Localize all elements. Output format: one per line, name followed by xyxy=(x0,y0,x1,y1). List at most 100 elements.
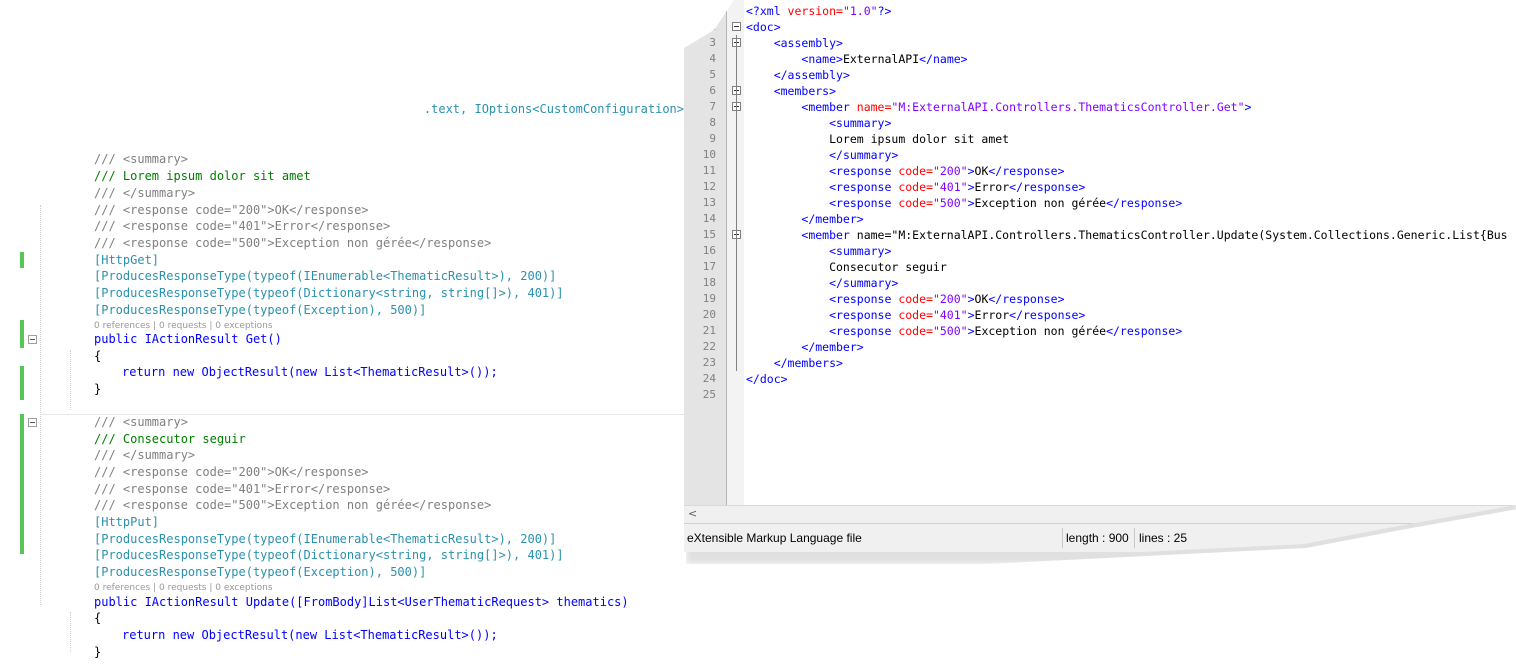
xml-line[interactable]: <summary> xyxy=(746,115,891,131)
xml-doc-comment: /// Consecutor seguir xyxy=(94,432,246,446)
code-line[interactable]: [ProducesResponseType(typeof(IEnumerable… xyxy=(94,531,556,548)
code-line[interactable]: /// <response code="500">Exception non g… xyxy=(94,497,491,514)
line-number: 11 xyxy=(702,164,716,177)
attribute: [ProducesResponseType(typeof(Exception),… xyxy=(94,565,427,579)
code-line[interactable]: /// </summary> xyxy=(94,447,195,464)
attribute: [ProducesResponseType(typeof(IEnumerable… xyxy=(94,269,557,283)
code-line[interactable]: /// </summary> xyxy=(94,185,195,202)
xml-doc-comment: /// Lorem ipsum dolor sit amet xyxy=(94,169,311,183)
code-line[interactable]: [ProducesResponseType(typeof(Dictionary<… xyxy=(94,285,564,302)
xml-line[interactable]: <response code="401">Error</response> xyxy=(746,307,1085,323)
code-line[interactable]: public IActionResult Get() xyxy=(94,331,282,348)
code-line[interactable]: [ProducesResponseType(typeof(Dictionary<… xyxy=(94,547,564,564)
code-line[interactable]: public IActionResult Update([FromBody]Li… xyxy=(94,594,629,611)
xml-line[interactable]: <doc> xyxy=(746,19,781,35)
xml-line[interactable]: <response code="200">OK</response> xyxy=(746,291,1064,307)
line-number: 15 xyxy=(702,228,716,241)
xml-line[interactable]: <summary> xyxy=(746,243,891,259)
length-label: length : 900 xyxy=(1066,531,1129,545)
line-number: 7 xyxy=(709,100,716,113)
xml-line[interactable]: <response code="500">Exception non gérée… xyxy=(746,323,1182,339)
status-separator xyxy=(1134,528,1135,548)
xml-line[interactable]: </members> xyxy=(746,355,843,371)
code-text: .text, IOptions<CustomConfiguration> set… xyxy=(423,102,721,116)
code-line[interactable]: return new ObjectResult(new List<Themati… xyxy=(122,627,498,644)
xml-line[interactable]: <name>ExternalAPI</name> xyxy=(746,51,967,67)
status-separator xyxy=(1062,528,1063,548)
code-line[interactable]: /// <response code="200">OK</response> xyxy=(94,464,369,481)
line-number: 8 xyxy=(709,116,716,129)
code-line[interactable]: /// <response code="500">Exception non g… xyxy=(94,235,491,252)
horizontal-scrollbar[interactable]: < xyxy=(684,505,1516,523)
line-number: 5 xyxy=(709,68,716,81)
change-bar xyxy=(20,252,24,268)
collapse-icon[interactable] xyxy=(28,335,37,344)
xml-line[interactable]: </doc> xyxy=(746,371,788,387)
brace: } xyxy=(94,382,102,396)
codelens-info[interactable]: 0 references | 0 requests | 0 exceptions xyxy=(94,582,273,594)
line-number: 18 xyxy=(702,276,716,289)
code-line[interactable]: return new ObjectResult(new List<Themati… xyxy=(122,364,498,381)
xml-line[interactable]: </member> xyxy=(746,211,863,227)
arrow-left-icon[interactable]: < xyxy=(688,507,697,520)
method-signature: public IActionResult Get() xyxy=(94,332,282,346)
code-line[interactable]: /// Lorem ipsum dolor sit amet xyxy=(94,168,311,185)
xml-line[interactable]: <member name="M:ExternalAPI.Controllers.… xyxy=(746,227,1507,243)
code-line[interactable]: } xyxy=(94,644,101,661)
line-number: 10 xyxy=(702,148,716,161)
change-bar xyxy=(20,320,24,348)
code-line[interactable]: [HttpPut] xyxy=(94,514,159,531)
code-line[interactable]: [ProducesResponseType(typeof(IEnumerable… xyxy=(94,268,556,285)
xml-line[interactable]: </summary> xyxy=(746,147,898,163)
line-number: 14 xyxy=(702,212,716,225)
xml-line[interactable]: </assembly> xyxy=(746,67,850,83)
line-number: 21 xyxy=(702,324,716,337)
xml-doc-comment: /// <summary> xyxy=(94,415,188,429)
xml-line[interactable]: <members> xyxy=(746,83,836,99)
xml-line[interactable]: <member name="M:ExternalAPI.Controllers.… xyxy=(746,99,1251,115)
lines-label: lines : 25 xyxy=(1139,531,1188,545)
xml-doc-comment: /// <response code="200">OK</response> xyxy=(94,203,369,217)
file-type-label: eXtensible Markup Language file xyxy=(687,531,862,545)
xml-doc-comment: /// <response code="500">Exception non g… xyxy=(94,498,492,512)
return-statement: return new ObjectResult(new List<Themati… xyxy=(122,365,498,379)
brace: } xyxy=(94,645,102,659)
code-line[interactable]: { xyxy=(94,610,101,627)
code-line[interactable]: /// <response code="401">Error</response… xyxy=(94,481,390,498)
code-line[interactable]: /// <summary> xyxy=(94,414,188,431)
fold-guide xyxy=(736,35,737,371)
xml-line[interactable]: <response code="200">OK</response> xyxy=(746,163,1064,179)
xml-line[interactable]: <response code="401">Error</response> xyxy=(746,179,1085,195)
xml-line[interactable]: <response code="500">Exception non gérée… xyxy=(746,195,1182,211)
line-number: 13 xyxy=(702,196,716,209)
code-line[interactable]: /// Consecutor seguir xyxy=(94,431,246,448)
attribute: [ProducesResponseType(typeof(Exception),… xyxy=(94,303,427,317)
code-line[interactable]: /// <summary> xyxy=(94,151,188,168)
collapse-icon[interactable] xyxy=(732,22,741,31)
xml-line[interactable]: <?xml version="1.0"?> xyxy=(746,3,891,19)
code-line-partial-param[interactable]: .text, IOptions<CustomConfiguration> set… xyxy=(395,84,720,116)
attribute: [HttpGet] xyxy=(94,253,160,267)
method-signature: public IActionResult Update([FromBody]Li… xyxy=(94,595,629,609)
code-line[interactable]: [ProducesResponseType(typeof(Exception),… xyxy=(94,302,426,319)
code-line[interactable]: [HttpGet] xyxy=(94,252,159,269)
code-line[interactable]: [ProducesResponseType(typeof(Exception),… xyxy=(94,564,426,581)
xml-line[interactable]: </summary> xyxy=(746,275,898,291)
xml-line[interactable]: </member> xyxy=(746,339,863,355)
xml-doc-comment: /// <summary> xyxy=(94,152,188,166)
code-line[interactable]: } xyxy=(94,381,101,398)
change-bar xyxy=(20,366,24,400)
xml-line[interactable]: Lorem ipsum dolor sit amet xyxy=(746,131,1009,147)
xml-line[interactable]: Consecutor seguir xyxy=(746,259,947,275)
line-number: 16 xyxy=(702,244,716,257)
xml-doc-comment: /// <response code="200">OK</response> xyxy=(94,465,369,479)
code-line[interactable]: { xyxy=(94,348,101,365)
collapse-icon[interactable] xyxy=(28,418,37,427)
xml-line[interactable]: <assembly> xyxy=(746,35,843,51)
return-statement: return new ObjectResult(new List<Themati… xyxy=(122,628,498,642)
line-number: 19 xyxy=(702,292,716,305)
notepad-window[interactable]: 2 <?xml version="1.0"?> 2 <doc> 3 <assembly>… xyxy=(684,0,1516,560)
code-line[interactable]: /// <response code="401">Error</response… xyxy=(94,218,390,235)
code-line[interactable]: /// <response code="200">OK</response> xyxy=(94,202,369,219)
line-number: 23 xyxy=(702,356,716,369)
